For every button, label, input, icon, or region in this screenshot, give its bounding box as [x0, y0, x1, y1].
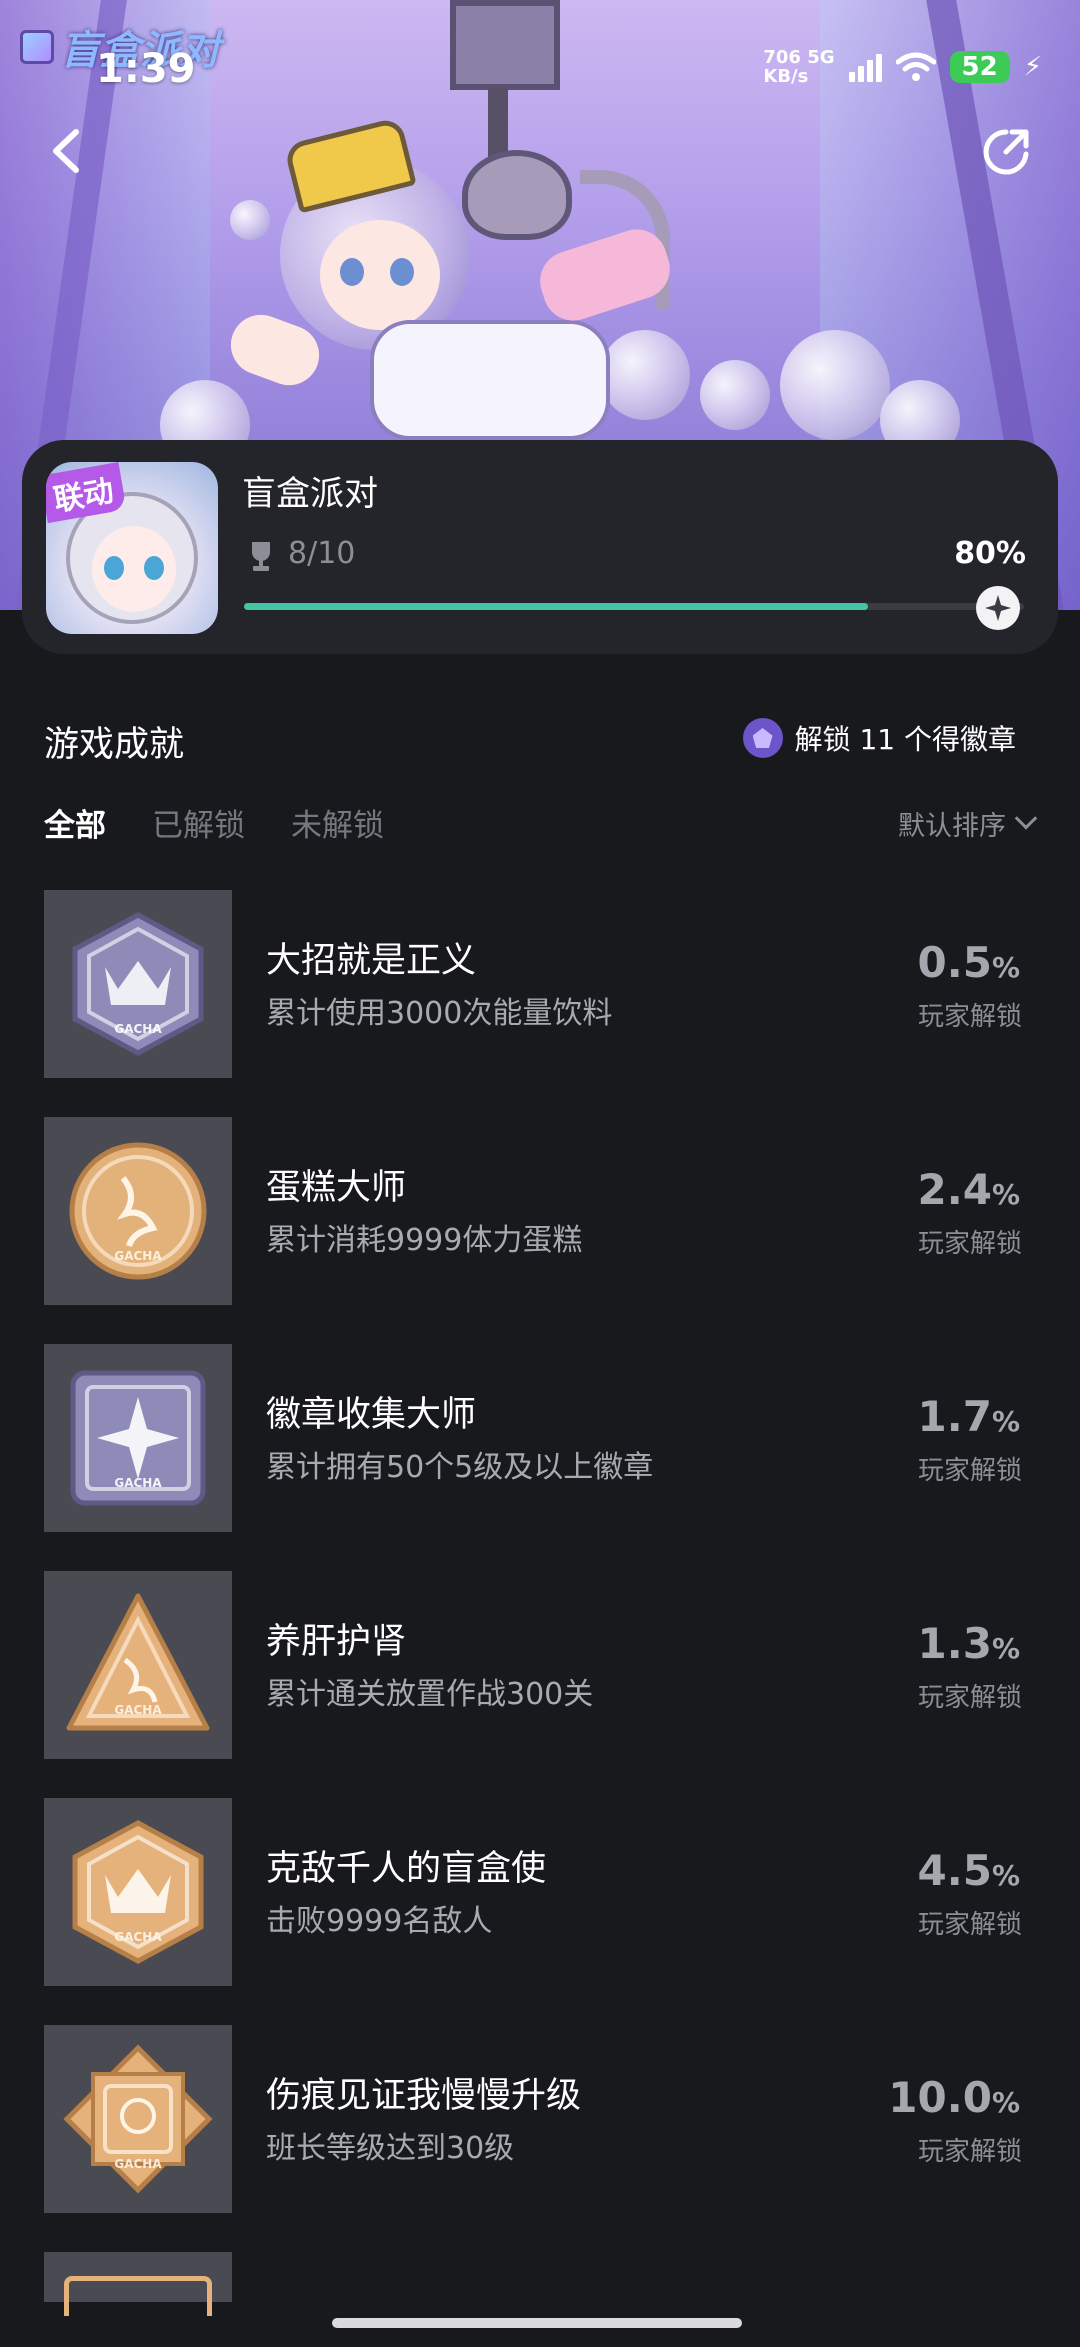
- achievement-row[interactable]: GACHA 伤痕见证我慢慢升级班长等级达到30级 10.0% 玩家解锁: [0, 2025, 1080, 2215]
- svg-text:GACHA: GACHA: [114, 1022, 162, 1036]
- tab-locked[interactable]: 未解锁: [291, 800, 384, 845]
- achievement-count: 8/10: [288, 536, 356, 571]
- achievement-badge: GACHA: [44, 1571, 232, 1759]
- back-arrow-icon[interactable]: [46, 126, 86, 176]
- achievement-row[interactable]: GACHA 大招就是正义累计使用3000次能量饮料 0.5% 玩家解锁: [0, 890, 1080, 1080]
- sort-label: 默认排序: [898, 811, 1006, 842]
- achievement-name: 徽章收集大师: [266, 1395, 477, 1435]
- achievement-description: 班长等级达到30级: [266, 2131, 515, 2166]
- sparkle-icon: [985, 595, 1011, 621]
- battery-indicator: 52: [949, 51, 1010, 83]
- unlock-reward-info[interactable]: 解锁 11 个得徽章: [742, 718, 1016, 758]
- chevron-down-icon: [1014, 806, 1038, 830]
- achievement-name: 大招就是正义: [266, 941, 477, 981]
- svg-text:GACHA: GACHA: [114, 2157, 162, 2171]
- achievement-description: 累计通关放置作战300关: [266, 1677, 594, 1712]
- achievement-badge: GACHA: [44, 1798, 232, 1986]
- tab-unlocked[interactable]: 已解锁: [152, 800, 245, 845]
- svg-text:GACHA: GACHA: [114, 1476, 162, 1490]
- achievement-badge: GACHA: [44, 890, 232, 1078]
- svg-text:GACHA: GACHA: [114, 1249, 162, 1263]
- game-name: 盲盒派对: [242, 474, 378, 514]
- achievement-description: 累计消耗9999体力蛋糕: [266, 1223, 583, 1258]
- achievement-row[interactable]: GACHA 蛋糕大师累计消耗9999体力蛋糕 2.4% 玩家解锁: [0, 1117, 1080, 1307]
- trophy-icon: [252, 542, 270, 571]
- achievement-badge: GACHA: [44, 2025, 232, 2213]
- achievement-unlock-rate: 4.5%: [917, 1846, 1020, 1895]
- achievement-name: 伤痕见证我慢慢升级: [266, 2076, 582, 2116]
- sort-dropdown[interactable]: 默认排序: [898, 804, 1038, 843]
- status-indicators: 706 5G KB/s 52 ⚡: [763, 48, 1042, 86]
- signal-icon: [848, 52, 882, 82]
- svg-text:GACHA: GACHA: [114, 1703, 162, 1717]
- achievement-percent: 80%: [954, 536, 1026, 571]
- achievement-badge: GACHA: [44, 1344, 232, 1532]
- progress-fill: [244, 603, 868, 610]
- badge-reward-icon: [742, 718, 783, 758]
- achievement-unlock-label: 玩家解锁: [917, 1683, 1022, 1713]
- achievement-description: 累计使用3000次能量饮料: [266, 996, 613, 1031]
- achievement-unlock-label: 玩家解锁: [917, 1002, 1022, 1032]
- achievement-badge: GACHA: [44, 1117, 232, 1305]
- progress-end-badge: [976, 586, 1020, 630]
- achievement-badge-partial: [44, 2252, 232, 2316]
- achievement-unlock-rate: 2.4%: [917, 1165, 1020, 1214]
- achievement-unlock-label: 玩家解锁: [917, 2137, 1022, 2167]
- unlock-reward-text: 解锁 11 个得徽章: [794, 723, 1016, 756]
- filter-tabs: 全部 已解锁 未解锁: [44, 800, 384, 845]
- achievement-unlock-rate: 1.7%: [917, 1392, 1020, 1441]
- home-indicator[interactable]: [332, 2318, 742, 2328]
- bubble: [700, 360, 770, 430]
- section-title: 游戏成就: [44, 725, 185, 765]
- achievement-name: 克敌千人的盲盒使: [266, 1849, 547, 1889]
- logo-box-icon: [20, 30, 54, 64]
- achievement-name: 养肝护肾: [266, 1622, 407, 1662]
- achievement-row[interactable]: GACHA 徽章收集大师累计拥有50个5级及以上徽章 1.7% 玩家解锁: [0, 1344, 1080, 1534]
- wifi-icon: [895, 52, 936, 81]
- status-time: 1:39: [96, 46, 196, 92]
- achievement-row[interactable]: GACHA 克敌千人的盲盒使击败9999名敌人 4.5% 玩家解锁: [0, 1798, 1080, 1988]
- achievement-unlock-rate: 0.5%: [917, 938, 1020, 987]
- bubble: [780, 330, 890, 440]
- character-illustration: [222, 116, 678, 440]
- game-icon[interactable]: 联动: [46, 462, 218, 634]
- achievement-unlock-label: 玩家解锁: [917, 1456, 1022, 1486]
- charging-icon: ⚡: [1023, 52, 1042, 82]
- achievement-row[interactable]: GACHA 养肝护肾累计通关放置作战300关 1.3% 玩家解锁: [0, 1571, 1080, 1761]
- network-speed: 706 5G KB/s: [763, 47, 835, 87]
- achievement-description: 击败9999名敌人: [266, 1904, 493, 1939]
- achievement-unlock-label: 玩家解锁: [917, 1910, 1022, 1940]
- achievement-unlock-rate: 10.0%: [888, 2073, 1020, 2122]
- svg-text:GACHA: GACHA: [114, 1930, 162, 1944]
- achievement-unlock-label: 玩家解锁: [917, 1229, 1022, 1259]
- achievement-description: 累计拥有50个5级及以上徽章: [266, 1450, 654, 1485]
- claw-bar: [450, 0, 560, 90]
- tab-all[interactable]: 全部: [44, 800, 106, 845]
- achievement-unlock-rate: 1.3%: [917, 1619, 1020, 1668]
- achievement-name: 蛋糕大师: [266, 1168, 407, 1208]
- share-icon[interactable]: [980, 126, 1032, 178]
